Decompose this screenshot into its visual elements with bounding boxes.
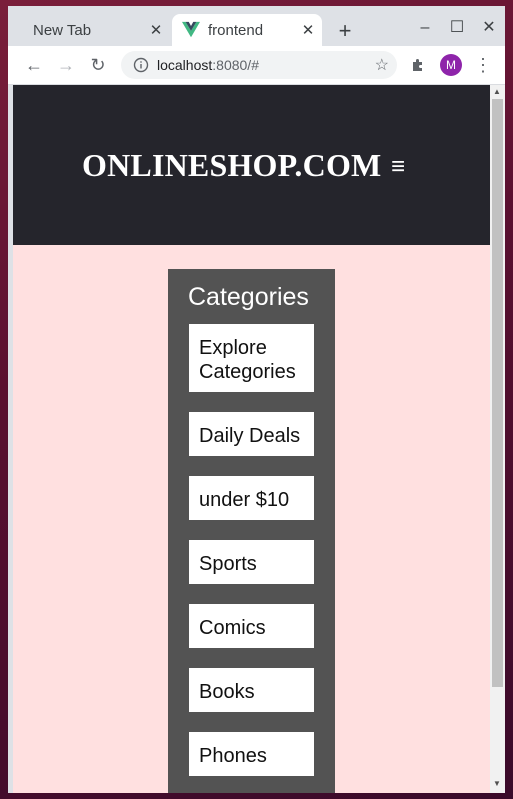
extensions-icon[interactable] [410, 57, 426, 73]
tab-title: New Tab [33, 21, 92, 39]
tab-strip: New Tab ✕ frontend ✕ + – ☐ ✕ [8, 6, 505, 46]
browser-window: New Tab ✕ frontend ✕ + – ☐ ✕ ← → ↻ local… [8, 6, 505, 793]
web-page: ONLINESHOP.COM ≡ Categories Explore Cate… [13, 85, 490, 793]
maximize-icon[interactable]: ☐ [445, 16, 469, 40]
category-books[interactable]: Books [189, 668, 314, 712]
categories-panel: Categories Explore Categories Daily Deal… [168, 269, 335, 793]
tab-frontend[interactable]: frontend ✕ [172, 14, 322, 46]
avatar[interactable]: M [440, 54, 462, 76]
categories-title: Categories [188, 283, 309, 311]
page-scrollbar[interactable]: ▲ ▼ [490, 85, 505, 793]
vue-logo-icon [182, 21, 200, 38]
scrollbar-thumb[interactable] [492, 99, 503, 687]
category-comics[interactable]: Comics [189, 604, 314, 648]
close-icon[interactable]: ✕ [298, 21, 318, 39]
info-icon [133, 57, 149, 73]
category-explore-categories[interactable]: Explore Categories [189, 324, 314, 392]
url-host: localhost [157, 57, 213, 73]
tab-new-tab[interactable]: New Tab ✕ [22, 14, 170, 46]
minimize-icon[interactable]: – [413, 16, 437, 40]
category-daily-deals[interactable]: Daily Deals [189, 412, 314, 456]
forward-arrow-icon[interactable]: → [53, 52, 79, 78]
tab-title: frontend [208, 21, 264, 39]
category-phones[interactable]: Phones [189, 732, 314, 776]
hamburger-menu-icon[interactable]: ≡ [391, 153, 405, 181]
url-path: :8080/# [212, 57, 259, 73]
new-tab-button[interactable]: + [332, 18, 358, 44]
star-icon[interactable]: ☆ [375, 55, 389, 75]
address-bar[interactable]: localhost:8080/# ☆ [121, 51, 397, 79]
close-icon[interactable]: ✕ [146, 21, 166, 39]
reload-icon[interactable]: ↻ [85, 52, 111, 78]
scroll-down-icon[interactable]: ▼ [493, 779, 501, 788]
category-under-10[interactable]: under $10 [189, 476, 314, 520]
site-header: ONLINESHOP.COM ≡ [13, 85, 490, 245]
menu-kebab-icon[interactable]: ⋮ [470, 52, 496, 78]
site-brand[interactable]: ONLINESHOP.COM [82, 147, 381, 184]
back-arrow-icon[interactable]: ← [21, 52, 47, 78]
scroll-up-icon[interactable]: ▲ [493, 87, 501, 96]
category-sports[interactable]: Sports [189, 540, 314, 584]
close-window-icon[interactable]: ✕ [477, 16, 501, 40]
browser-toolbar: ← → ↻ localhost:8080/# ☆ M ⋮ [8, 46, 505, 85]
